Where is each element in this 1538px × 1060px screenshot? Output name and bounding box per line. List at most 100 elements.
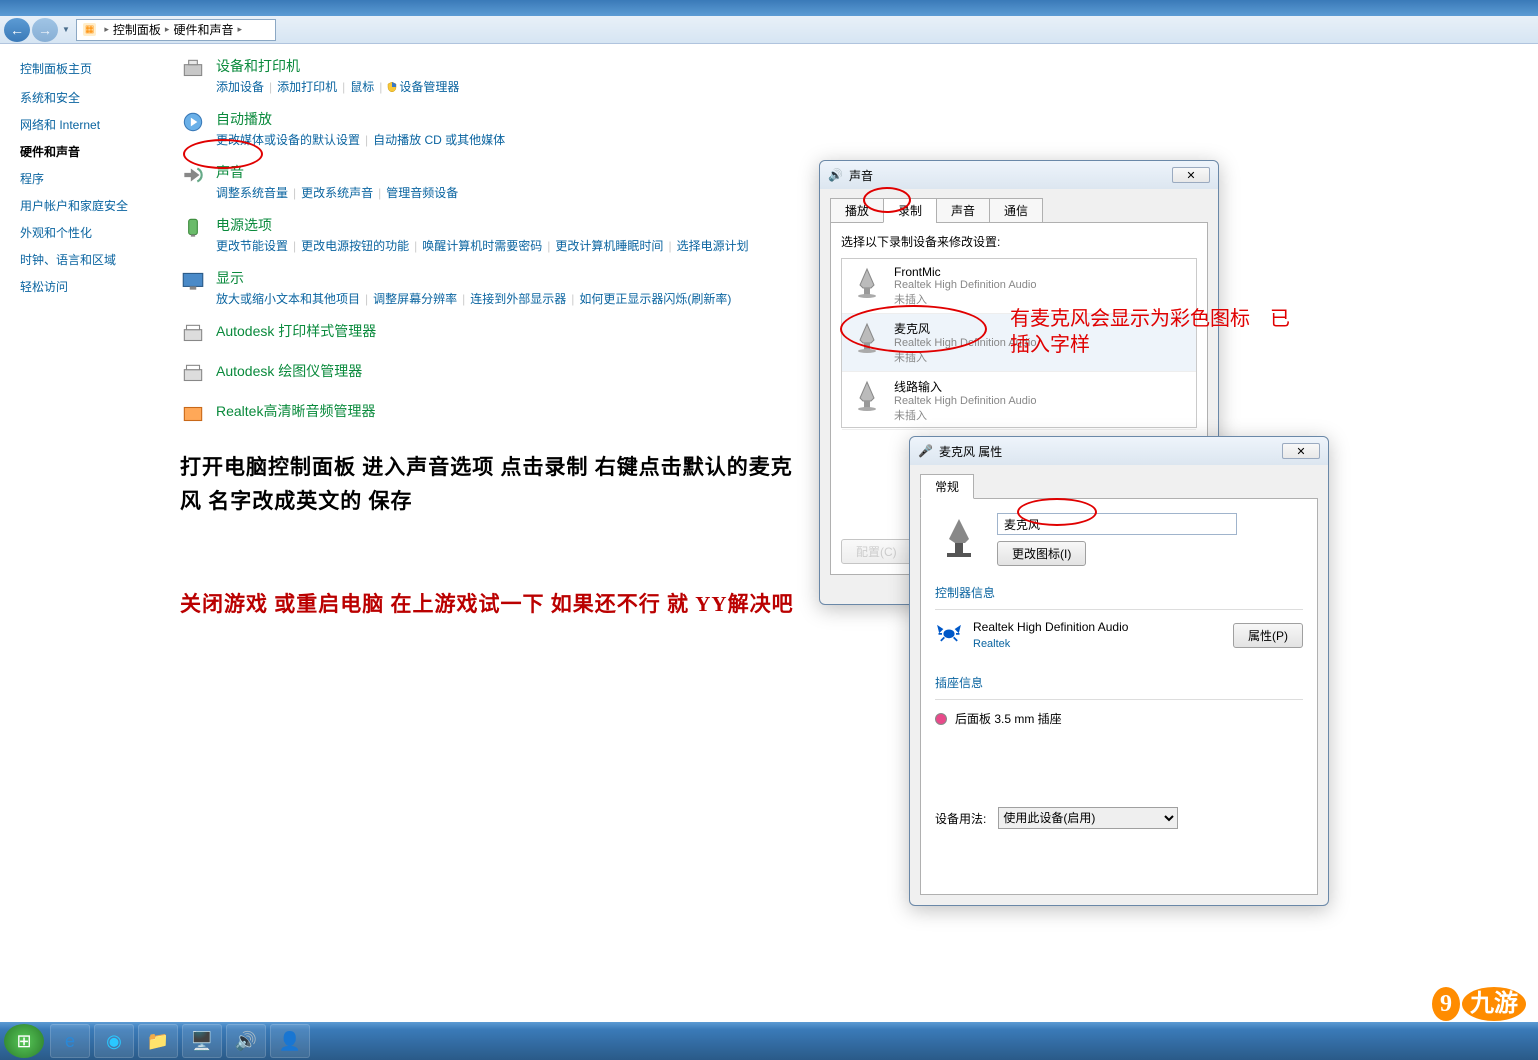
back-button[interactable]: ← — [4, 18, 30, 42]
shield-icon — [387, 81, 397, 91]
sidebar-item[interactable]: 程序 — [20, 170, 160, 187]
device-name-input[interactable] — [997, 513, 1237, 535]
windows-taskbar[interactable]: ⊞ e ◉ 📁 🖥️ 🔊 👤 — [0, 1022, 1538, 1060]
category-link[interactable]: 管理音频设备 — [386, 186, 458, 200]
category-title[interactable]: 显示 — [216, 268, 731, 288]
breadcrumb-part[interactable]: 控制面板 — [113, 21, 161, 38]
category-link[interactable]: 更改媒体或设备的默认设置 — [216, 133, 360, 147]
sidebar-item[interactable]: 时钟、语言和区域 — [20, 251, 160, 268]
category-link[interactable]: 放大或缩小文本和其他项目 — [216, 292, 360, 306]
taskbar-sound-icon[interactable]: 🔊 — [226, 1024, 266, 1058]
sidebar-item[interactable]: 网络和 Internet — [20, 116, 160, 133]
dialog-titlebar[interactable]: 🎤 麦克风 属性 ✕ — [910, 437, 1328, 465]
tab[interactable]: 声音 — [936, 198, 990, 223]
category-link[interactable]: 添加打印机 — [277, 80, 337, 94]
speaker-icon: 🔊 — [828, 168, 843, 182]
configure-button[interactable]: 配置(C) — [841, 539, 912, 564]
device-name: FrontMic — [894, 265, 1036, 279]
category-link[interactable]: 连接到外部显示器 — [470, 292, 566, 306]
category-title[interactable]: Autodesk 打印样式管理器 — [216, 321, 376, 341]
device-icon — [850, 378, 884, 412]
usage-label: 设备用法: — [935, 810, 986, 827]
category-icon — [180, 56, 206, 82]
category-icon — [180, 401, 206, 427]
taskbar-app-icon[interactable]: ◉ — [94, 1024, 134, 1058]
sidebar-item[interactable]: 硬件和声音 — [20, 143, 160, 160]
watermark: 9九游 — [1432, 983, 1528, 1018]
tab-general[interactable]: 常规 — [920, 474, 974, 499]
category-link[interactable]: 更改计算机睡眠时间 — [555, 239, 663, 253]
microphone-icon: 🎤 — [918, 444, 933, 458]
category-link[interactable]: 如何更正显示器闪烁(刷新率) — [579, 292, 731, 306]
category-title[interactable]: 自动播放 — [216, 109, 505, 129]
usage-select[interactable]: 使用此设备(启用) — [998, 807, 1178, 829]
change-icon-button[interactable]: 更改图标(I) — [997, 541, 1086, 566]
sidebar-item[interactable]: 系统和安全 — [20, 89, 160, 106]
taskbar-explorer-icon[interactable]: 📁 — [138, 1024, 178, 1058]
dialog-title: 声音 — [849, 167, 873, 184]
sidebar-item[interactable]: 用户帐户和家庭安全 — [20, 197, 160, 214]
close-button[interactable]: ✕ — [1172, 167, 1210, 183]
breadcrumb[interactable]: ▦ ▸ 控制面板 ▸ 硬件和声音 ▸ — [76, 19, 276, 41]
category-link[interactable]: 自动播放 CD 或其他媒体 — [373, 133, 505, 147]
controller-info-label: 控制器信息 — [935, 584, 1303, 601]
category-icon — [180, 361, 206, 387]
category-icon — [180, 268, 206, 294]
chevron-right-icon: ▸ — [165, 24, 170, 35]
controller-name: Realtek High Definition Audio — [973, 620, 1128, 634]
sidebar-item[interactable]: 外观和个性化 — [20, 224, 160, 241]
device-driver: Realtek High Definition Audio — [894, 395, 1036, 407]
category-icon — [180, 109, 206, 135]
start-button[interactable]: ⊞ — [4, 1024, 44, 1058]
chevron-right-icon: ▸ — [237, 24, 242, 35]
jack-color-dot — [935, 713, 947, 725]
controller-vendor: Realtek — [973, 638, 1128, 650]
jack-info-label: 插座信息 — [935, 674, 1303, 691]
dialog-titlebar[interactable]: 🔊 声音 ✕ — [820, 161, 1218, 189]
category-link[interactable]: 更改系统声音 — [301, 186, 373, 200]
category-link[interactable]: 调整系统音量 — [216, 186, 288, 200]
forward-button[interactable]: → — [32, 18, 58, 42]
category-link[interactable]: 设备管理器 — [399, 80, 459, 94]
realtek-icon — [935, 621, 963, 649]
category-title[interactable]: 设备和打印机 — [216, 56, 459, 76]
controller-props-button[interactable]: 属性(P) — [1233, 623, 1303, 648]
tab-bar: 播放录制声音通信 — [830, 197, 1208, 223]
device-status: 未插入 — [894, 291, 1036, 307]
tab[interactable]: 录制 — [883, 198, 937, 223]
category-title[interactable]: 声音 — [216, 162, 458, 182]
history-dropdown-icon[interactable]: ▼ — [62, 25, 70, 34]
breadcrumb-part[interactable]: 硬件和声音 — [173, 21, 233, 38]
mic-properties-dialog[interactable]: 🎤 麦克风 属性 ✕ 常规 更改图标(I) 控制器信息 Realtek High… — [909, 436, 1329, 906]
category-link[interactable]: 唤醒计算机时需要密码 — [422, 239, 542, 253]
jack-value: 后面板 3.5 mm 插座 — [955, 710, 1062, 727]
taskbar-app-icon[interactable]: 👤 — [270, 1024, 310, 1058]
tab[interactable]: 通信 — [989, 198, 1043, 223]
device-icon — [850, 320, 884, 354]
taskbar-app-icon[interactable]: 🖥️ — [182, 1024, 222, 1058]
category-icon — [180, 321, 206, 347]
top-translucent-bar — [0, 0, 1538, 16]
category-title[interactable]: Realtek高清晰音频管理器 — [216, 401, 375, 421]
category-title[interactable]: Autodesk 绘图仪管理器 — [216, 361, 362, 381]
category-link[interactable]: 鼠标 — [350, 80, 374, 94]
category-icon — [180, 162, 206, 188]
close-button[interactable]: ✕ — [1282, 443, 1320, 459]
device-status: 未插入 — [894, 407, 1036, 423]
category-icon — [180, 215, 206, 241]
category-title[interactable]: 电源选项 — [216, 215, 749, 235]
category-link[interactable]: 调整屏幕分辨率 — [373, 292, 457, 306]
explorer-nav-bar: ← → ▼ ▦ ▸ 控制面板 ▸ 硬件和声音 ▸ — [0, 16, 1538, 44]
category-link[interactable]: 选择电源计划 — [677, 239, 749, 253]
sidebar-item[interactable]: 轻松访问 — [20, 278, 160, 295]
device-name: 线路输入 — [894, 378, 1036, 395]
sidebar-title[interactable]: 控制面板主页 — [20, 60, 160, 77]
instruction-text-red: 关闭游戏 或重启电脑 在上游戏试一下 如果还不行 就 YY解决吧 — [180, 588, 800, 622]
sound-subtitle: 选择以下录制设备来修改设置: — [841, 233, 1197, 250]
tab[interactable]: 播放 — [830, 198, 884, 223]
device-item[interactable]: 线路输入Realtek High Definition Audio未插入 — [842, 372, 1196, 430]
category-link[interactable]: 更改电源按钮的功能 — [301, 239, 409, 253]
category-link[interactable]: 更改节能设置 — [216, 239, 288, 253]
taskbar-ie-icon[interactable]: e — [50, 1024, 90, 1058]
category-link[interactable]: 添加设备 — [216, 80, 264, 94]
